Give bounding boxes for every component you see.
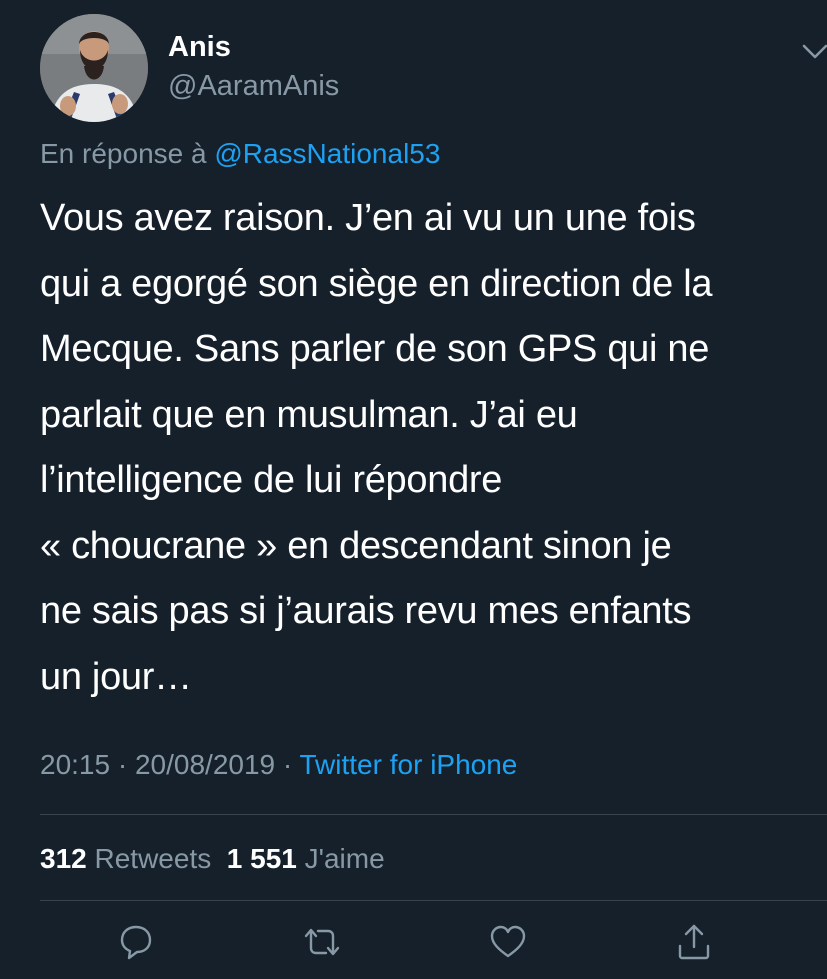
tweet-time: 20:15	[40, 749, 111, 780]
tweet-meta: 20:15 · 20/08/2019 · Twitter for iPhone	[40, 746, 517, 784]
retweets-label: Retweets	[94, 843, 212, 874]
share-icon[interactable]	[672, 920, 716, 964]
display-name[interactable]: Anis	[168, 30, 339, 64]
like-icon[interactable]	[486, 920, 530, 964]
tweet-text-line: Mecque. Sans parler de son GPS qui ne	[40, 328, 710, 370]
tweet-date: 20/08/2019	[134, 749, 276, 780]
retweet-icon[interactable]	[300, 920, 344, 964]
tweet-stats: 312 Retweets 1 551 J'aime	[40, 840, 385, 878]
reply-prefix: En réponse à	[40, 138, 215, 169]
tweet-detail: Anis @AaramAnis En réponse à @RassNation…	[0, 0, 827, 979]
divider	[40, 814, 827, 815]
tweet-text-line: ne sais pas si j’aurais revu mes enfants	[40, 590, 692, 632]
tweet-text-line: un jour…	[40, 655, 192, 698]
tweet-source-link[interactable]: Twitter for iPhone	[300, 749, 518, 780]
retweets-count: 312	[40, 843, 87, 874]
avatar[interactable]	[40, 14, 148, 122]
tweet-header: Anis @AaramAnis	[40, 14, 827, 124]
user-names: Anis @AaramAnis	[168, 30, 339, 103]
tweet-actions	[0, 920, 827, 970]
likes-count: 1 551	[226, 843, 297, 874]
chevron-down-icon[interactable]	[800, 36, 827, 66]
divider	[40, 900, 827, 901]
tweet-text-line: l’intelligence de lui répondre	[40, 459, 503, 501]
retweets-stat[interactable]: 312 Retweets	[40, 843, 211, 874]
meta-separator: ·	[275, 749, 300, 780]
reply-mention-link[interactable]: @RassNational53	[214, 138, 440, 169]
avatar-photo	[40, 14, 148, 122]
reply-icon[interactable]	[114, 920, 158, 964]
reply-context: En réponse à @RassNational53	[40, 136, 440, 172]
tweet-text-line: parlait que en musulman. J’ai eu	[40, 393, 578, 436]
user-handle[interactable]: @AaramAnis	[168, 69, 339, 103]
tweet-text-line: « choucrane » en descendant sinon je	[40, 524, 672, 567]
likes-label: J'aime	[304, 843, 385, 874]
meta-separator: ·	[110, 749, 135, 780]
tweet-text-line: Vous avez raison. J’en ai vu un une fois	[40, 197, 696, 239]
tweet-text: Vous avez raison. J’en ai vu un une fois…	[40, 186, 800, 710]
likes-stat[interactable]: 1 551 J'aime	[227, 843, 385, 874]
tweet-text-line: qui a egorgé son siège en direction de l…	[40, 262, 713, 305]
